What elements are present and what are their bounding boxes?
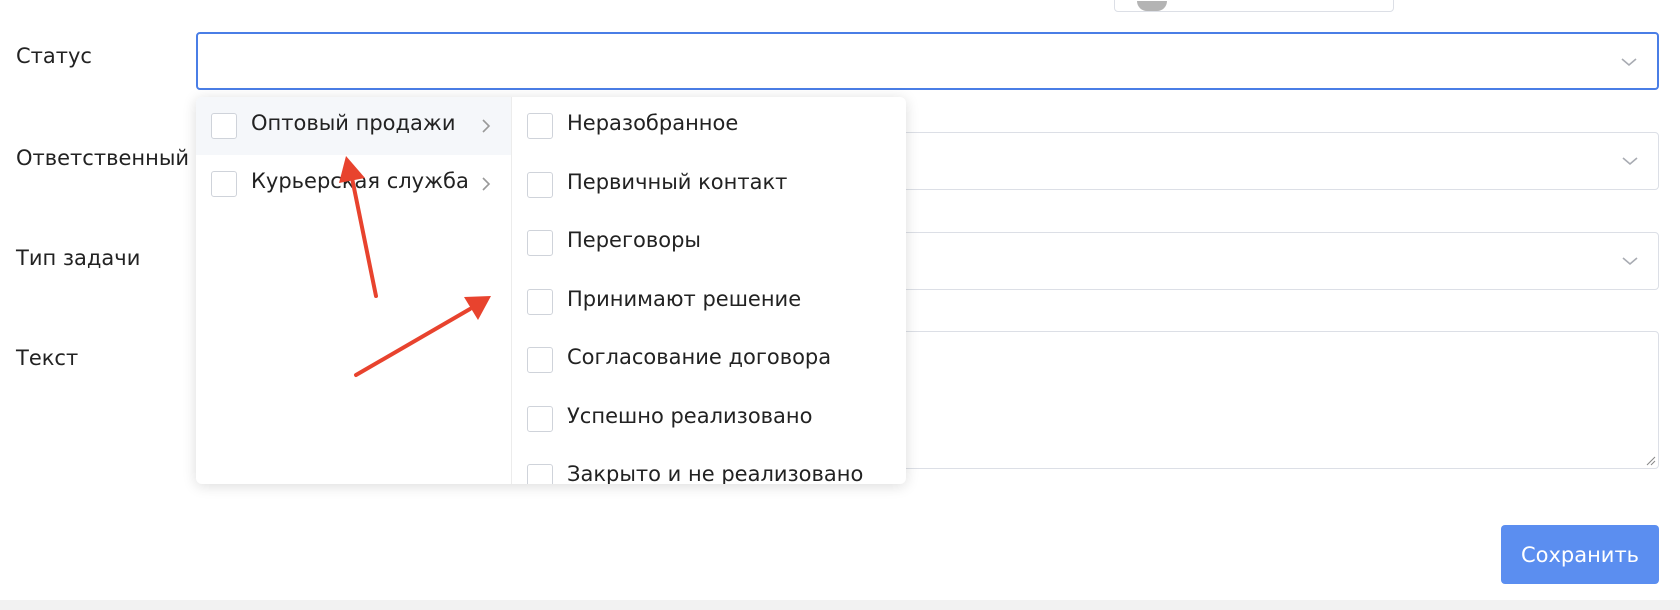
- status-label: Статус: [16, 44, 92, 68]
- stage-option-label: Переговоры: [567, 228, 701, 252]
- checkbox[interactable]: [527, 288, 553, 315]
- stage-option[interactable]: Неразобранное: [512, 97, 906, 155]
- responsible-label: Ответственный: [16, 146, 190, 170]
- stage-option[interactable]: Закрыто и не реализовано: [512, 448, 906, 484]
- checkbox[interactable]: [211, 113, 237, 139]
- checkbox[interactable]: [211, 171, 237, 197]
- checkbox[interactable]: [527, 464, 553, 484]
- chevron-right-icon: [482, 119, 491, 133]
- group-list: Оптовый продажи Курьерская служба: [196, 97, 512, 484]
- group-option-label: Курьерская служба: [251, 169, 469, 193]
- partial-field-top[interactable]: [1114, 0, 1394, 12]
- stage-option[interactable]: Успешно реализовано: [512, 390, 906, 448]
- text-label: Текст: [16, 346, 79, 370]
- stage-option-label: Успешно реализовано: [567, 403, 813, 428]
- stage-option-label: Принимают решение: [567, 286, 802, 311]
- task-type-label: Тип задачи: [16, 246, 141, 270]
- stage-option[interactable]: Согласование договора: [512, 331, 906, 389]
- group-option-wholesale[interactable]: Оптовый продажи: [196, 97, 511, 155]
- checkbox[interactable]: [527, 171, 553, 198]
- stage-option-label: Неразобранное: [567, 111, 739, 135]
- avatar: [1137, 1, 1167, 11]
- checkbox[interactable]: [527, 405, 553, 432]
- status-select[interactable]: [196, 32, 1659, 90]
- stage-option[interactable]: Принимают решение: [512, 273, 906, 331]
- checkbox[interactable]: [527, 113, 553, 139]
- checkbox[interactable]: [527, 347, 553, 373]
- page-footer-strip: [0, 600, 1680, 610]
- save-button[interactable]: Сохранить: [1501, 525, 1659, 584]
- checkbox[interactable]: [527, 230, 553, 256]
- chevron-down-icon: [1622, 257, 1638, 266]
- stage-option[interactable]: Первичный контакт: [512, 156, 906, 214]
- stage-option-label: Закрыто и не реализовано: [567, 462, 864, 484]
- group-option-label: Оптовый продажи: [251, 111, 456, 135]
- stage-list: Неразобранное Первичный контакт Перегово…: [512, 97, 906, 484]
- group-option-courier[interactable]: Курьерская служба: [196, 155, 511, 213]
- stage-option-label: Согласование договора: [567, 345, 832, 369]
- chevron-down-icon: [1621, 58, 1637, 67]
- status-dropdown: Оптовый продажи Курьерская служба Неразо…: [196, 97, 906, 484]
- resize-handle-icon[interactable]: [1644, 454, 1656, 466]
- stage-option[interactable]: Переговоры: [512, 214, 906, 272]
- chevron-right-icon: [482, 177, 491, 191]
- chevron-down-icon: [1622, 157, 1638, 166]
- stage-option-label: Первичный контакт: [567, 169, 788, 194]
